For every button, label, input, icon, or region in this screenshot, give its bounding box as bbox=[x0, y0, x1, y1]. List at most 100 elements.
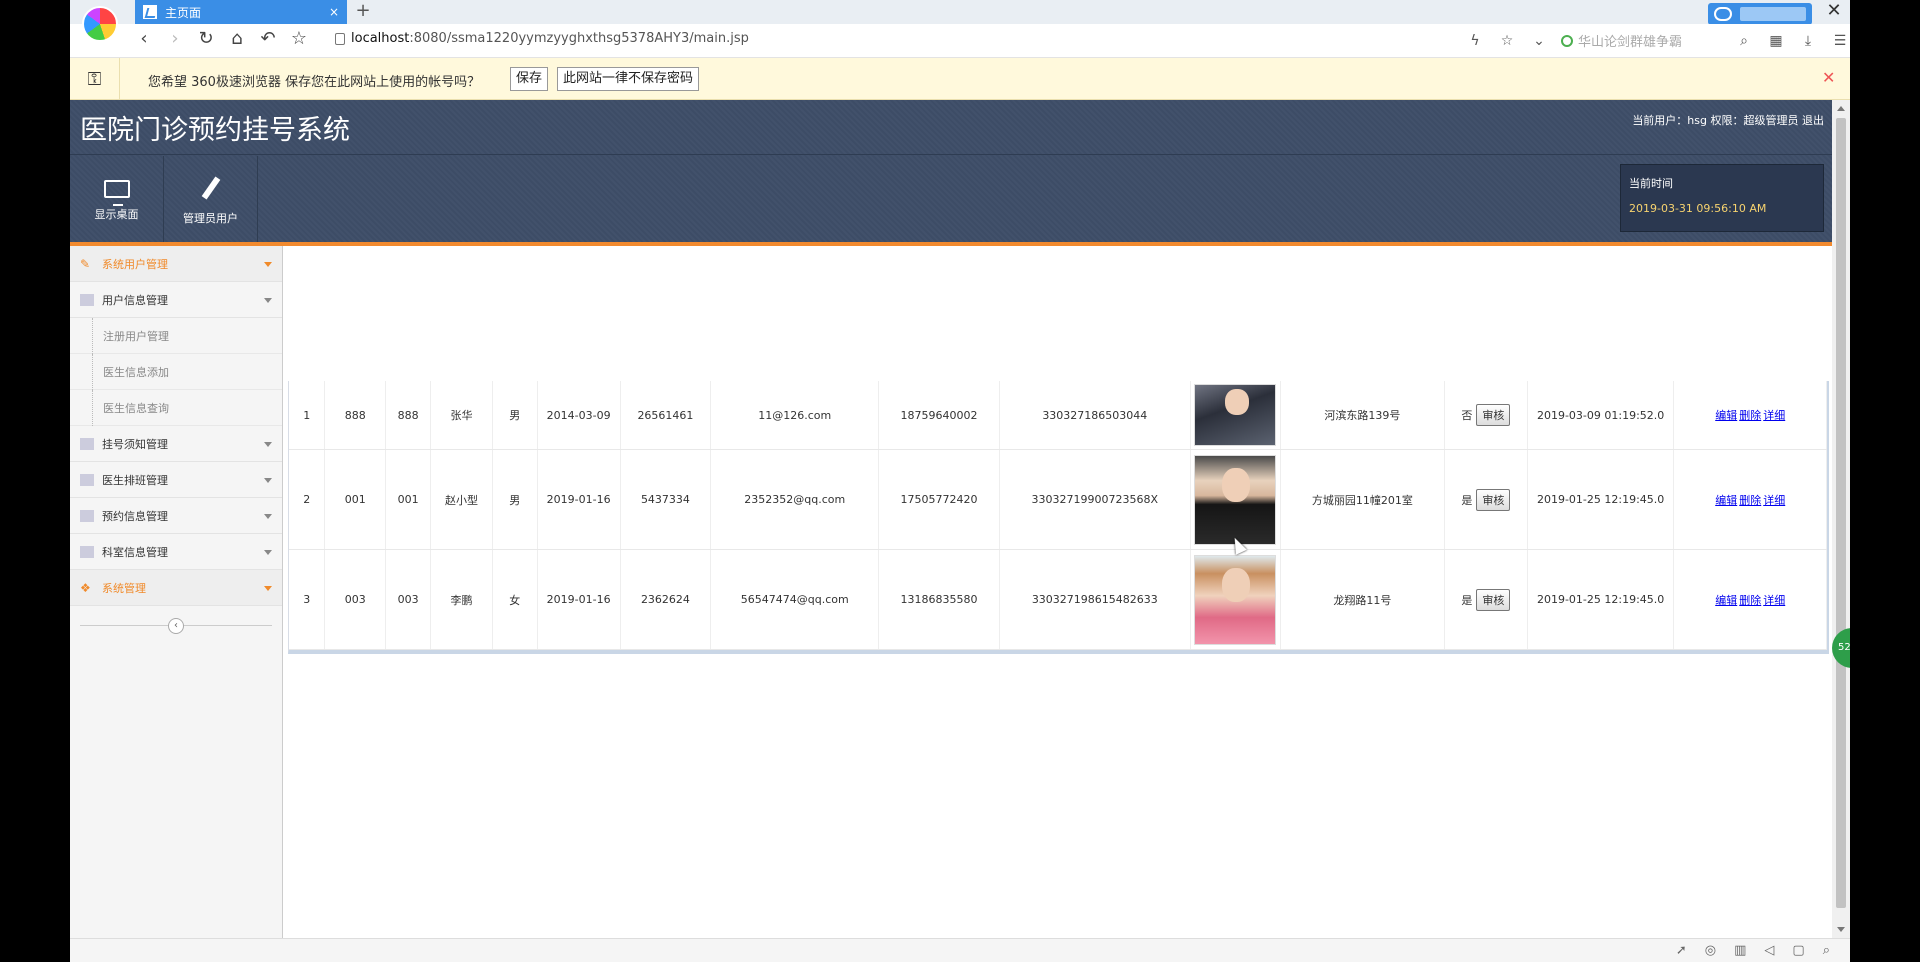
show-desktop-label: 显示桌面 bbox=[94, 207, 139, 221]
audit-status: 是 bbox=[1461, 493, 1473, 507]
grid-icon bbox=[80, 473, 94, 486]
cell-added-time: 2019-01-25 12:19:45.0 bbox=[1527, 449, 1675, 550]
chevron-down-icon bbox=[264, 514, 272, 519]
cell-no: 2 bbox=[289, 449, 326, 550]
cell-address: 龙翔路11号 bbox=[1280, 549, 1446, 650]
tab-close-icon[interactable]: × bbox=[329, 5, 339, 19]
delete-link[interactable]: 删除 bbox=[1739, 594, 1761, 607]
chevron-down-icon bbox=[264, 550, 272, 555]
page-title: 医院门诊预约挂号系统 bbox=[80, 115, 350, 146]
browser-logo-icon[interactable] bbox=[82, 6, 118, 42]
new-tab-button[interactable]: + bbox=[352, 0, 374, 24]
window-icon[interactable]: ▢ bbox=[1792, 943, 1804, 958]
browser-tab[interactable]: 主页面 × bbox=[135, 0, 347, 24]
sidebar-item-label: 用户信息管理 bbox=[102, 293, 168, 307]
scroll-thumb[interactable] bbox=[1836, 118, 1846, 908]
user-table: 1 888 888 张华男 2014-03-09 26561461 11@126.com 18… bbox=[288, 381, 1829, 654]
cell-no: 1 bbox=[289, 381, 326, 450]
password-save-message: 您希望 360极速浏览器 保存您在此网站上使用的帐号吗？ bbox=[148, 75, 481, 90]
edit-link[interactable]: 编辑 bbox=[1715, 494, 1737, 507]
url-field[interactable]: localhost:8080/ssma1220yymzyyghxthsg5378… bbox=[335, 31, 749, 46]
table-row: 3 003 003 李鹏女 2019-01-16 2362624 56547474@qq.c… bbox=[289, 549, 1827, 650]
bookmark-star-icon[interactable]: ☆ bbox=[285, 28, 313, 49]
user-photo[interactable] bbox=[1194, 384, 1277, 446]
detail-link[interactable]: 详细 bbox=[1763, 594, 1785, 607]
search-icon[interactable]: ⌕ bbox=[1734, 33, 1754, 49]
search-suggestion-text: 华山论剑群雄争霸 bbox=[1578, 35, 1683, 50]
lock-icon bbox=[335, 32, 345, 45]
sidebar-item-appointments[interactable]: 预约信息管理 bbox=[70, 498, 282, 534]
user-photo[interactable] bbox=[1194, 554, 1277, 645]
cell-address: 河滨东路139号 bbox=[1280, 381, 1446, 450]
menu-icon[interactable]: ☰ bbox=[1830, 33, 1850, 49]
sidebar-item-schedule[interactable]: 医生排班管理 bbox=[70, 462, 282, 498]
cell-qq: 26561461 bbox=[620, 381, 712, 450]
sidebar-item-user-info[interactable]: 用户信息管理 bbox=[70, 282, 282, 318]
audit-button[interactable]: 审核 bbox=[1476, 488, 1511, 511]
tab-strip: 主页面 × + ✕ bbox=[70, 0, 1850, 42]
user-info[interactable]: 当前用户：hsg 权限：超级管理员 退出 bbox=[1632, 112, 1824, 128]
delete-link[interactable]: 删除 bbox=[1739, 494, 1761, 507]
cell-account: 001 bbox=[324, 449, 387, 550]
download-icon[interactable]: ⤓ bbox=[1798, 33, 1818, 49]
pencil-icon: ✎ bbox=[80, 256, 91, 271]
scroll-down-icon[interactable] bbox=[1837, 927, 1845, 932]
cell-account: 888 bbox=[324, 381, 387, 450]
sidebar-subitem-doctor-add[interactable]: 医生信息添加 bbox=[70, 354, 282, 390]
audit-button[interactable]: 审核 bbox=[1476, 404, 1511, 426]
forward-icon[interactable]: › bbox=[161, 28, 189, 49]
cell-audit: 是审核 bbox=[1444, 449, 1528, 550]
sidebar: ✎ 系统用户管理 用户信息管理 注册用户管理 医生信息添加 医生信息查询 挂号须… bbox=[70, 246, 283, 938]
password-save-bar: ⚿ 您希望 360极速浏览器 保存您在此网站上使用的帐号吗？ 保存 此网站一律不… bbox=[70, 58, 1850, 100]
sidebar-item-notice[interactable]: 挂号须知管理 bbox=[70, 426, 282, 462]
header-divider bbox=[70, 154, 1832, 155]
cell-audit: 是审核 bbox=[1444, 549, 1528, 650]
favorite-star-icon[interactable]: ☆ bbox=[1497, 33, 1517, 49]
pencil-icon bbox=[197, 176, 225, 202]
cell-qq: 2362624 bbox=[620, 549, 712, 650]
scroll-up-icon[interactable] bbox=[1837, 106, 1845, 111]
close-icon[interactable]: ✕ bbox=[1822, 68, 1835, 87]
sidebar-subitem-doctor-query[interactable]: 医生信息查询 bbox=[70, 390, 282, 426]
never-save-button[interactable]: 此网站一律不保存密码 bbox=[557, 67, 700, 91]
delete-link[interactable]: 删除 bbox=[1739, 409, 1761, 422]
trash-icon[interactable]: ▥ bbox=[1734, 943, 1746, 958]
sidebar-item-system[interactable]: ❖ 系统管理 bbox=[70, 570, 282, 606]
search-suggestion[interactable]: 华山论剑群雄争霸 bbox=[1561, 31, 1682, 50]
audit-status: 是 bbox=[1461, 593, 1473, 607]
save-password-button[interactable]: 保存 bbox=[510, 67, 549, 91]
window-close-button[interactable]: ✕ bbox=[1822, 0, 1846, 22]
chevron-down-icon[interactable]: ⌄ bbox=[1529, 33, 1549, 49]
home-icon[interactable]: ⌂ bbox=[223, 28, 251, 49]
edit-link[interactable]: 编辑 bbox=[1715, 594, 1737, 607]
speed-icon[interactable]: ◎ bbox=[1705, 943, 1716, 958]
back-icon[interactable]: ‹ bbox=[130, 28, 158, 49]
lightning-icon[interactable]: ϟ bbox=[1465, 33, 1485, 49]
collapse-sidebar-icon[interactable]: ‹ bbox=[168, 618, 184, 634]
cell-phone: 18759640002 bbox=[878, 381, 1000, 450]
audit-button[interactable]: 审核 bbox=[1476, 588, 1511, 611]
detail-link[interactable]: 详细 bbox=[1763, 409, 1785, 422]
zoom-icon[interactable]: ⌕ bbox=[1823, 943, 1830, 958]
cell-actions: 编辑 删除 详细 bbox=[1673, 549, 1827, 650]
cloud-widget[interactable] bbox=[1708, 3, 1812, 25]
sidebar-item-departments[interactable]: 科室信息管理 bbox=[70, 534, 282, 570]
sidebar-subitem-registered-users[interactable]: 注册用户管理 bbox=[70, 318, 282, 354]
edit-link[interactable]: 编辑 bbox=[1715, 409, 1737, 422]
reload-icon[interactable]: ↻ bbox=[192, 28, 220, 49]
cell-idcard: 330327186503044 bbox=[999, 381, 1191, 450]
search-engine-icon bbox=[1561, 34, 1573, 47]
volume-icon[interactable]: ◁ bbox=[1764, 943, 1774, 958]
apps-grid-icon[interactable]: ▦ bbox=[1766, 33, 1786, 49]
rocket-icon[interactable]: ➚ bbox=[1676, 943, 1687, 958]
admin-user-button[interactable]: 管理员用户 bbox=[164, 156, 258, 245]
detail-link[interactable]: 详细 bbox=[1763, 494, 1785, 507]
user-photo[interactable] bbox=[1194, 454, 1277, 545]
grid-icon bbox=[80, 293, 94, 306]
calendar-icon bbox=[80, 545, 94, 558]
show-desktop-button[interactable]: 显示桌面 bbox=[70, 156, 164, 245]
cell-email: 2352352@qq.com bbox=[710, 449, 880, 550]
sidebar-item-system-users[interactable]: ✎ 系统用户管理 bbox=[70, 246, 282, 282]
vertical-scrollbar[interactable] bbox=[1832, 100, 1850, 938]
undo-icon[interactable]: ↶ bbox=[254, 28, 282, 49]
